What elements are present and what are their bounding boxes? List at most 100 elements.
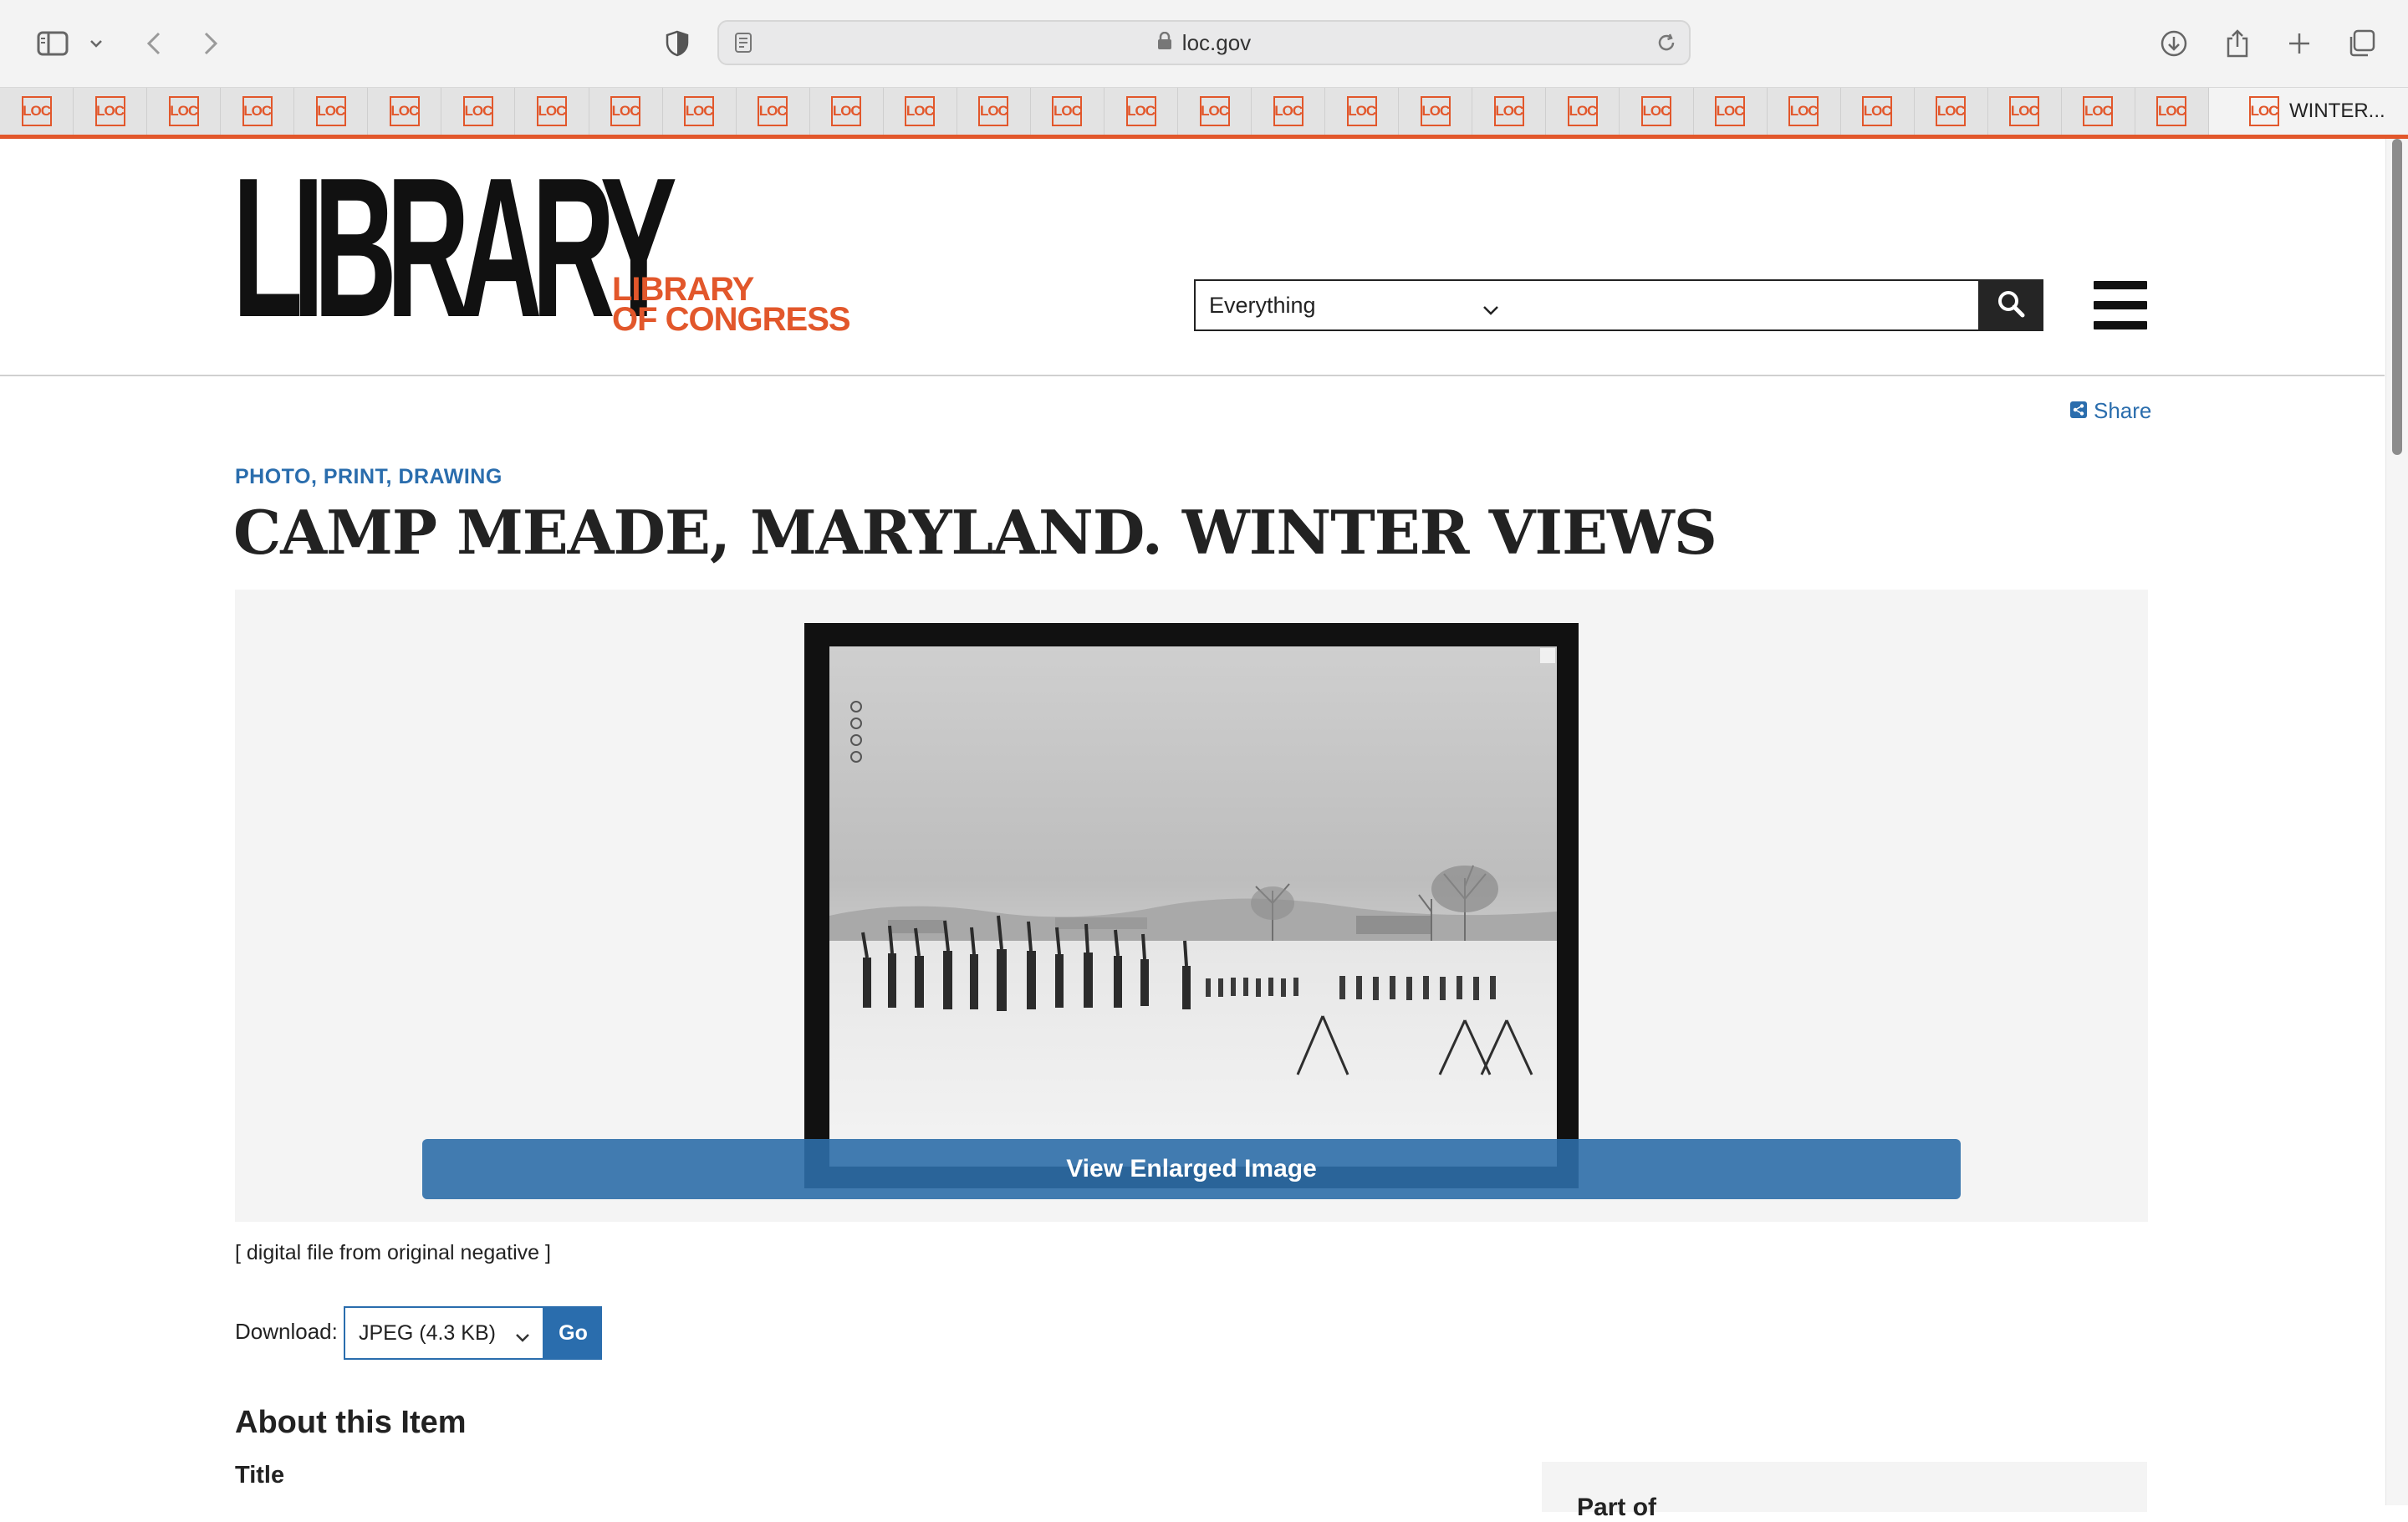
- search-button[interactable]: [1978, 279, 2043, 331]
- download-go-button[interactable]: Go: [544, 1306, 602, 1360]
- pinned-tab[interactable]: LOC: [1252, 88, 1326, 135]
- tab-overview-icon[interactable]: [2343, 23, 2380, 64]
- loc-favicon-icon: LOC: [1567, 96, 1598, 126]
- pinned-tab[interactable]: LOC: [957, 88, 1031, 135]
- search-icon: [1997, 289, 2025, 322]
- loc-favicon-icon: LOC: [831, 96, 862, 126]
- loc-favicon-icon: LOC: [1346, 96, 1377, 126]
- loc-favicon-icon: LOC: [168, 96, 199, 126]
- pinned-tab[interactable]: LOC: [663, 88, 737, 135]
- scrollbar-thumb[interactable]: [2392, 139, 2402, 455]
- library-logo[interactable]: LIBRARY: [232, 149, 677, 348]
- search-scope-select[interactable]: Everything: [1194, 279, 1515, 331]
- loc-favicon-icon: LOC: [242, 96, 273, 126]
- chevron-down-icon: [1482, 296, 1500, 322]
- hamburger-menu-icon[interactable]: [2094, 281, 2147, 329]
- pinned-tab[interactable]: LOC: [884, 88, 957, 135]
- loc-favicon-icon: LOC: [978, 96, 1009, 126]
- browser-toolbar: loc.gov: [0, 0, 2408, 88]
- image-caption: [ digital file from original negative ]: [235, 1241, 551, 1264]
- loc-favicon-icon: LOC: [905, 96, 936, 126]
- loc-favicon-icon: LOC: [1788, 96, 1819, 126]
- pinned-tab[interactable]: LOC: [2135, 88, 2209, 135]
- download-label: Download:: [235, 1319, 338, 1344]
- part-of-heading: Part of: [1577, 1494, 1657, 1521]
- page-scrollbar[interactable]: [2385, 139, 2408, 1505]
- loc-wordmark-line1: LIBRARY: [612, 271, 754, 308]
- loc-favicon-icon: LOC: [315, 96, 346, 126]
- part-of-sidebar: Part of: [1542, 1462, 2147, 1521]
- pinned-tab[interactable]: LOC: [1915, 88, 1988, 135]
- pinned-tab[interactable]: LOC: [294, 88, 369, 135]
- loc-favicon-icon: LOC: [758, 96, 788, 126]
- loc-favicon-icon: LOC: [1125, 96, 1156, 126]
- search-scope-value: Everything: [1209, 292, 1316, 318]
- loc-favicon-icon: LOC: [1640, 96, 1671, 126]
- privacy-shield-icon[interactable]: [661, 23, 694, 64]
- pinned-tab[interactable]: LOC: [0, 88, 74, 135]
- pinned-tab[interactable]: LOC: [589, 88, 663, 135]
- pinned-tab[interactable]: LOC: [1546, 88, 1620, 135]
- loc-favicon-icon: LOC: [21, 96, 52, 126]
- pinned-tab[interactable]: LOC: [2062, 88, 2135, 135]
- address-bar[interactable]: loc.gov: [717, 20, 1691, 65]
- active-tab[interactable]: LOC WINTER...: [2209, 88, 2408, 135]
- loc-favicon-icon: LOC: [389, 96, 420, 126]
- format-category-link[interactable]: PHOTO, PRINT, DRAWING: [235, 465, 503, 489]
- loc-favicon-icon: LOC: [462, 96, 493, 126]
- back-icon[interactable]: [137, 23, 171, 64]
- loc-favicon-icon: LOC: [1493, 96, 1524, 126]
- share-label: Share: [2094, 398, 2152, 423]
- loc-favicon-icon: LOC: [1420, 96, 1451, 126]
- pinned-tab[interactable]: LOC: [1768, 88, 1841, 135]
- pinned-tab[interactable]: LOC: [368, 88, 442, 135]
- site-header: LIBRARY LIBRARY OF CONGRESS Everything: [0, 139, 2385, 376]
- pinned-tab[interactable]: LOC: [810, 88, 884, 135]
- sidebar-toggle-icon[interactable]: [32, 23, 74, 64]
- pinned-tab[interactable]: LOC: [1178, 88, 1252, 135]
- search-input[interactable]: [1513, 279, 1980, 331]
- item-photograph[interactable]: [804, 623, 1579, 1188]
- share-link[interactable]: Share: [2070, 398, 2151, 424]
- pinned-tab[interactable]: LOC: [1399, 88, 1473, 135]
- title-field-label: Title: [235, 1462, 285, 1489]
- new-tab-icon[interactable]: [2281, 23, 2318, 64]
- pinned-tab[interactable]: LOC: [1325, 88, 1400, 135]
- pinned-tab[interactable]: LOC: [221, 88, 295, 135]
- pinned-tab[interactable]: LOC: [515, 88, 589, 135]
- pinned-tab[interactable]: LOC: [1988, 88, 2062, 135]
- loc-favicon-icon: LOC: [1052, 96, 1083, 126]
- pinned-tab[interactable]: LOC: [1694, 88, 1768, 135]
- lock-icon: [1157, 30, 1172, 56]
- loc-favicon-icon: LOC: [2249, 96, 2279, 126]
- reload-icon[interactable]: [1656, 32, 1677, 58]
- about-heading: About this Item: [235, 1405, 467, 1440]
- chevron-down-icon: [514, 1325, 531, 1350]
- loc-favicon-icon: LOC: [1273, 96, 1303, 126]
- active-tab-title: WINTER...: [2289, 100, 2385, 122]
- pinned-tab[interactable]: LOC: [1472, 88, 1547, 135]
- loc-favicon-icon: LOC: [94, 96, 125, 126]
- loc-favicon-icon: LOC: [1862, 96, 1893, 126]
- pinned-tab[interactable]: LOC: [147, 88, 222, 135]
- pinned-tab[interactable]: LOC: [737, 88, 810, 135]
- pinned-tab[interactable]: LOC: [74, 88, 148, 135]
- pinned-tab[interactable]: LOC: [1105, 88, 1179, 135]
- loc-favicon-icon: LOC: [1936, 96, 1967, 126]
- share-icon[interactable]: [2219, 23, 2256, 64]
- loc-favicon-icon: LOC: [2083, 96, 2114, 126]
- loc-favicon-icon: LOC: [536, 96, 567, 126]
- tab-group-chevron-icon[interactable]: [84, 23, 109, 64]
- pinned-tab[interactable]: LOC: [1620, 88, 1694, 135]
- forward-icon[interactable]: [194, 23, 227, 64]
- loc-wordmark[interactable]: LIBRARY OF CONGRESS: [612, 271, 851, 336]
- loc-favicon-icon: LOC: [1715, 96, 1746, 126]
- url-text: loc.gov: [1181, 29, 1252, 55]
- downloads-icon[interactable]: [2155, 23, 2192, 64]
- download-format-select[interactable]: JPEG (4.3 KB): [344, 1306, 544, 1360]
- pinned-tab[interactable]: LOC: [1841, 88, 1915, 135]
- view-enlarged-image-button[interactable]: View Enlarged Image: [422, 1139, 1961, 1199]
- pinned-tab[interactable]: LOC: [441, 88, 516, 135]
- pinned-tab[interactable]: LOC: [1031, 88, 1105, 135]
- loc-favicon-icon: LOC: [684, 96, 715, 126]
